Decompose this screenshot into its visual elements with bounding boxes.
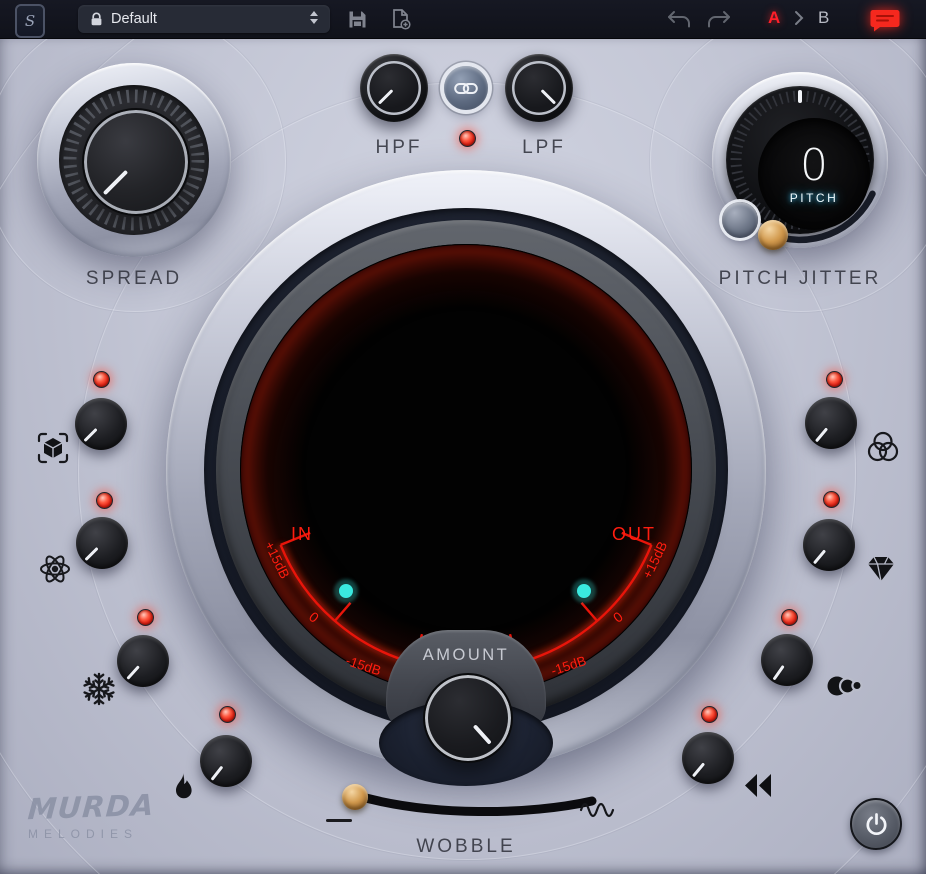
meter-in-title: IN: [291, 524, 313, 544]
ab-compare-a[interactable]: A: [768, 8, 780, 28]
lock-icon[interactable]: [90, 12, 103, 27]
pitch-jitter-mode-button[interactable]: [722, 202, 758, 238]
redo-icon: [706, 10, 732, 29]
cube-module-knob[interactable]: [75, 398, 127, 450]
feedback-bubble-icon: [870, 8, 900, 32]
preset-up-icon[interactable]: [310, 11, 318, 16]
preset-spinner-icon[interactable]: [310, 11, 318, 24]
ab-compare-b[interactable]: B: [818, 8, 829, 28]
brand-logo-icon: S: [15, 4, 45, 38]
meter-out-dot: [577, 584, 591, 598]
save-new-icon: [390, 8, 412, 30]
preset-selector[interactable]: Default: [78, 5, 330, 33]
rewind-module-led[interactable]: [701, 706, 718, 723]
knob-pointer: [84, 547, 98, 561]
filter-led[interactable]: [459, 130, 476, 147]
save-icon: [347, 9, 368, 30]
main-panel: SPREAD HPF LPF: [0, 38, 926, 874]
preset-name: Default: [111, 11, 157, 27]
knob-pointer: [691, 762, 704, 777]
plugin-window: S Default: [0, 0, 926, 874]
undo-button[interactable]: [666, 7, 692, 31]
hpf-label: HPF: [344, 137, 454, 159]
atom-icon: [36, 550, 74, 593]
wobble-label: WOBBLE: [366, 836, 566, 858]
redo-button[interactable]: [706, 7, 732, 31]
save-as-new-button[interactable]: [388, 7, 414, 31]
sine-wave-icon: [579, 796, 617, 827]
cube-3d-scan-icon: [34, 429, 72, 472]
feedback-button[interactable]: [870, 8, 900, 30]
filter-link-button[interactable]: [444, 66, 488, 110]
power-button[interactable]: [850, 798, 902, 850]
lpf-knob[interactable]: [505, 54, 573, 122]
echo-module-led[interactable]: [781, 609, 798, 626]
venn-module-led[interactable]: [826, 371, 843, 388]
ab-chevron-icon: [793, 10, 805, 31]
power-icon: [863, 811, 890, 838]
diamond-icon: [862, 550, 900, 593]
echo-module-knob[interactable]: [761, 634, 813, 686]
meter-out-title: OUT: [612, 524, 656, 544]
hpf-knob[interactable]: [360, 54, 428, 122]
lpf-label: LPF: [489, 137, 599, 159]
diamond-module-knob[interactable]: [803, 519, 855, 571]
knob-pointer: [126, 665, 140, 680]
snowflake-module-led[interactable]: [137, 609, 154, 626]
knob-pointer: [772, 665, 784, 681]
cube-module-led[interactable]: [93, 371, 110, 388]
venn-circles-icon: [864, 429, 902, 472]
hpf-knob-face: [367, 61, 421, 115]
diamond-module-led[interactable]: [823, 491, 840, 508]
brand-name: MURDA: [27, 788, 156, 826]
brand-logo-letter: S: [25, 12, 35, 30]
spread-module: [37, 63, 231, 257]
atom-module-led[interactable]: [96, 492, 113, 509]
preset-down-icon[interactable]: [310, 19, 318, 24]
rewind-icon: [740, 770, 776, 809]
snowflake-module-knob[interactable]: [117, 635, 169, 687]
brand-logo: MURDA MELODIES: [28, 790, 154, 841]
amount-knob[interactable]: [423, 673, 513, 763]
knob-pointer: [473, 724, 492, 744]
meter-in-dot: [339, 584, 353, 598]
echo-dots-icon: [826, 668, 866, 709]
knob-pointer: [812, 549, 825, 564]
amount-label: AMOUNT: [336, 646, 596, 665]
atom-module-knob[interactable]: [76, 517, 128, 569]
flame-module-knob[interactable]: [200, 735, 252, 787]
waveform-screen-graphics: IN OUT +15dB 0 -15dB +15dB 0 -15dB: [240, 244, 692, 696]
spread-label: SPREAD: [34, 268, 234, 290]
pitch-jitter-label: PITCH JITTER: [690, 268, 910, 290]
flat-line-icon: [326, 819, 352, 822]
wobble-handle[interactable]: [342, 784, 368, 810]
knob-pointer: [540, 89, 556, 105]
lpf-knob-face: [512, 61, 566, 115]
flame-module-led[interactable]: [219, 706, 236, 723]
spread-knob[interactable]: [82, 108, 190, 216]
venn-module-knob[interactable]: [805, 397, 857, 449]
knob-pointer: [814, 427, 827, 442]
knob-pointer: [210, 766, 223, 781]
undo-icon: [666, 10, 692, 29]
knob-pointer: [83, 428, 97, 442]
save-button[interactable]: [344, 7, 370, 31]
wobble-track[interactable]: [330, 783, 610, 829]
snowflake-icon: [80, 670, 118, 713]
rewind-module-knob[interactable]: [682, 732, 734, 784]
brand-subtitle: MELODIES: [28, 827, 154, 841]
knob-pointer: [377, 89, 393, 105]
top-bar: S Default: [0, 0, 926, 39]
link-icon: [454, 82, 478, 95]
screen-rim-glow: [241, 245, 691, 695]
flame-icon: [164, 770, 200, 813]
knob-pointer: [103, 170, 128, 195]
pitch-jitter-amount-handle[interactable]: [758, 220, 788, 250]
